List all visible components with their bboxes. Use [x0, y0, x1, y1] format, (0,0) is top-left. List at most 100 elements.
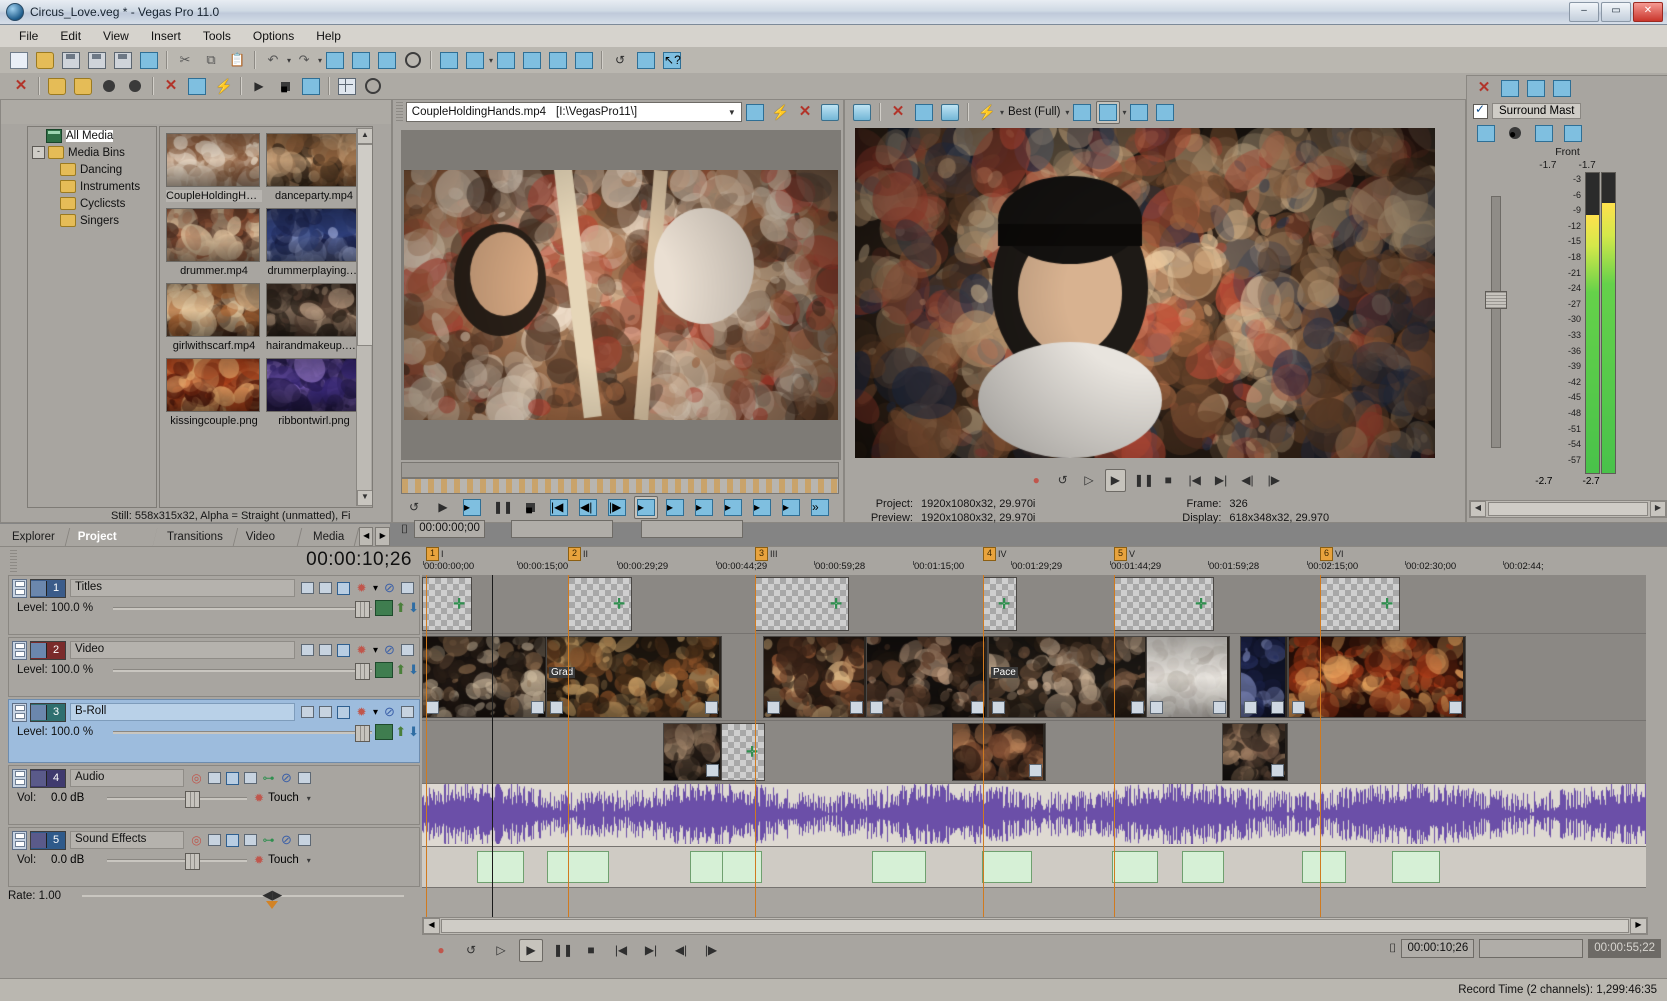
- media-thumbnail-list[interactable]: CoupleHoldingHan…danceparty.mp4drummer.m…: [159, 126, 373, 508]
- timeline-event[interactable]: [663, 723, 723, 781]
- track-motion[interactable]: [317, 704, 334, 721]
- preview-project-properties-button[interactable]: [912, 101, 936, 124]
- whats-this-button[interactable]: ↖?: [660, 49, 684, 72]
- trimmer-timeline-strip[interactable]: [401, 462, 839, 478]
- event-fade-handle-left[interactable]: [767, 701, 780, 714]
- preview-external-monitor-button[interactable]: [850, 101, 874, 124]
- trimmer-stop-button[interactable]: ■: [518, 496, 542, 519]
- timeline-cursor-field[interactable]: 00:00:10;26: [1401, 939, 1474, 958]
- menu-item-options[interactable]: Options: [242, 27, 305, 45]
- trimmer-select-loop-button[interactable]: ▸: [721, 496, 745, 519]
- lane-broll[interactable]: ✛: [422, 721, 1646, 784]
- timeline-event[interactable]: [866, 636, 988, 718]
- timeline-scroll-left[interactable]: ◀: [423, 918, 440, 934]
- tree-item-instruments[interactable]: Instruments: [28, 178, 156, 195]
- timeline-go-start-button[interactable]: |◀: [609, 939, 633, 962]
- meter-insert-fx-button[interactable]: [1474, 122, 1498, 145]
- tree-item-singers[interactable]: Singers: [28, 212, 156, 229]
- meter-mute-button[interactable]: [1524, 77, 1548, 100]
- preview-go-end-button[interactable]: ▶|: [1211, 469, 1231, 492]
- track-solo[interactable]: [296, 770, 313, 787]
- meter-properties-button[interactable]: [1498, 77, 1522, 100]
- trimmer-go-start-button[interactable]: |◀: [547, 496, 571, 519]
- track-compositing-child-icon[interactable]: [375, 724, 393, 740]
- track-arm-record[interactable]: ◎: [188, 832, 205, 849]
- track-mute[interactable]: ⊘: [381, 642, 398, 659]
- media-thumbnail[interactable]: [166, 133, 260, 187]
- ignore-event-grouping-button[interactable]: [520, 49, 544, 72]
- lane-video[interactable]: GradPace: [422, 634, 1646, 721]
- tab-explorer[interactable]: Explorer: [0, 528, 70, 546]
- meter-panel-scrollbar[interactable]: ◀ ▶: [1469, 500, 1667, 518]
- track-compositing-mode[interactable]: [299, 642, 316, 659]
- track-automation-settings[interactable]: ✹: [353, 580, 370, 597]
- tab-scroll-prev[interactable]: ◀: [359, 527, 374, 546]
- timeline-event[interactable]: [872, 851, 926, 883]
- media-list-item[interactable]: girlwithscarf.mp4: [166, 283, 262, 352]
- track-minimize-toggle[interactable]: [12, 769, 27, 788]
- meter-scroll-left[interactable]: ◀: [1470, 501, 1486, 517]
- trimmer-plugin-chain-button[interactable]: ⚡: [768, 101, 791, 124]
- auto-ripple-dropdown[interactable]: ▾: [489, 56, 493, 65]
- track-automation-caret[interactable]: ▾: [371, 580, 380, 597]
- expander-icon[interactable]: -: [32, 146, 45, 159]
- track-automation-settings[interactable]: ✹: [353, 642, 370, 659]
- media-thumbnail[interactable]: [266, 283, 360, 337]
- track-level-slider[interactable]: [113, 731, 372, 734]
- track-automation-caret[interactable]: ▾: [371, 704, 380, 721]
- open-project-button[interactable]: [33, 49, 57, 72]
- timeline-record-button[interactable]: ●: [429, 939, 453, 962]
- timeline-event[interactable]: [547, 851, 609, 883]
- track-pan-type[interactable]: [242, 770, 259, 787]
- preview-play-from-start-button[interactable]: ▷: [1079, 469, 1099, 492]
- track-mute[interactable]: ⊘: [278, 770, 295, 787]
- timeline-play-from-start-button[interactable]: ▷: [489, 939, 513, 962]
- track-level-knob[interactable]: [355, 601, 370, 618]
- move-down-icon[interactable]: ⬇: [408, 724, 419, 740]
- lane-titles[interactable]: ✛✛✛✛✛✛: [422, 575, 1646, 634]
- track-mute[interactable]: ⊘: [381, 580, 398, 597]
- preview-loop-button[interactable]: ↺: [1052, 469, 1072, 492]
- track-fx[interactable]: [224, 770, 241, 787]
- media-bins-tree[interactable]: All Media-Media BinsDancingInstrumentsCy…: [27, 126, 157, 508]
- trimmer-play-button[interactable]: ▶: [431, 496, 455, 519]
- track-motion[interactable]: [317, 642, 334, 659]
- track-compositing-child-icon[interactable]: [375, 600, 393, 616]
- trimmer-grip[interactable]: [396, 102, 403, 122]
- trimmer-video-display[interactable]: [401, 130, 841, 460]
- track-number-badge[interactable]: 4: [30, 769, 66, 788]
- capture-video-button[interactable]: [71, 75, 95, 98]
- tab-scroll-next[interactable]: ▶: [375, 527, 390, 546]
- track-fx[interactable]: [224, 832, 241, 849]
- scroll-down-arrow[interactable]: ▼: [357, 490, 373, 506]
- stop-preview-button[interactable]: ■: [273, 75, 297, 98]
- media-thumbnail[interactable]: [166, 283, 260, 337]
- media-close-button[interactable]: ✕: [9, 75, 33, 98]
- timeline-next-frame-button[interactable]: |▶: [699, 939, 723, 962]
- timeline-event[interactable]: [1240, 636, 1288, 718]
- event-fade-handle-left[interactable]: [1244, 701, 1257, 714]
- track-automation[interactable]: ⊶: [260, 770, 277, 787]
- meter-lock-button[interactable]: [1561, 122, 1585, 145]
- cut-button[interactable]: ✂: [173, 49, 197, 72]
- media-fx-button[interactable]: ⚡: [211, 75, 235, 98]
- media-thumbnail[interactable]: [166, 358, 260, 412]
- trimmer-pause-button[interactable]: ❚❚: [489, 496, 513, 519]
- remove-from-project-button[interactable]: ✕: [159, 75, 183, 98]
- trimmer-remove-button[interactable]: ✕: [793, 101, 816, 124]
- timeline-lanes[interactable]: ✛✛✛✛✛✛GradPace✛: [422, 575, 1646, 920]
- timeline-event[interactable]: [763, 636, 867, 718]
- normal-edit-tool-button[interactable]: [323, 49, 347, 72]
- preview-overlay-button[interactable]: [1096, 101, 1120, 124]
- preview-pause-button[interactable]: ❚❚: [1132, 469, 1152, 492]
- timeline-horizontal-scrollbar[interactable]: ◀ ▶: [422, 917, 1648, 935]
- project-properties-button[interactable]: [137, 49, 161, 72]
- views-dropdown-button[interactable]: [335, 75, 359, 98]
- automatic-crossfades-button[interactable]: [546, 49, 570, 72]
- render-as-button[interactable]: [111, 49, 135, 72]
- scrollbar-thumb[interactable]: [357, 144, 373, 346]
- move-up-icon[interactable]: ⬆: [395, 600, 406, 616]
- media-thumbnail[interactable]: [266, 358, 360, 412]
- media-list-item[interactable]: drummerplaying.…: [266, 208, 362, 277]
- menu-item-edit[interactable]: Edit: [49, 27, 92, 45]
